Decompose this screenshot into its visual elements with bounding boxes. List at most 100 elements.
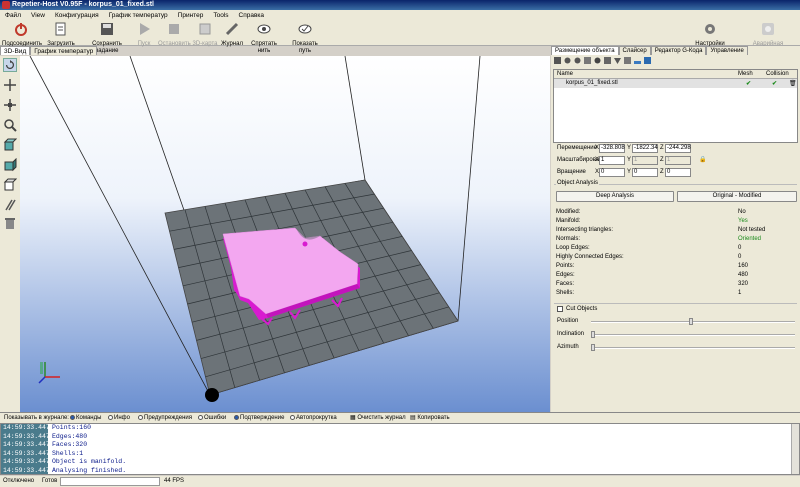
view-top-icon[interactable] — [3, 178, 17, 192]
progress-bar — [60, 477, 160, 486]
heightmap-button[interactable]: 3D-карта — [192, 22, 218, 48]
radio-icon — [290, 414, 295, 420]
menu-config[interactable]: Конфигурация — [50, 10, 104, 21]
state-status: Готов — [42, 478, 58, 484]
move-icon[interactable] — [3, 78, 17, 92]
translate-z-input[interactable]: -244.298 — [665, 144, 691, 153]
azimuth-slider[interactable] — [591, 344, 795, 351]
translate-label: Перемещение — [557, 145, 597, 151]
radio-icon — [138, 414, 143, 420]
scale-z-input[interactable]: 1 — [665, 156, 691, 165]
emergency-stop-icon — [762, 23, 774, 35]
window-title-bar: Repetier-Host V0.95F - korpus_01_fixed.s… — [0, 0, 800, 10]
rotate-x-input[interactable]: 0 — [599, 168, 625, 177]
mesh-ok-icon: ✔ — [746, 81, 752, 87]
load-icon — [55, 22, 66, 36]
view-front-icon[interactable] — [3, 138, 17, 152]
stop-icon — [169, 24, 179, 34]
stop-button[interactable]: Остановить — [158, 22, 191, 48]
tab-object-placement[interactable]: Размещение объекта — [551, 46, 619, 55]
copy-icon[interactable] — [584, 57, 591, 64]
radio-icon — [70, 414, 75, 420]
autoposition-icon[interactable] — [604, 57, 611, 64]
log-scrollbar[interactable] — [791, 424, 799, 474]
menu-temperature[interactable]: График температур — [104, 10, 173, 21]
zoom-icon[interactable] — [3, 118, 17, 132]
add-icon[interactable] — [564, 57, 571, 64]
pencil-icon — [225, 22, 239, 36]
col-name: Name — [557, 71, 574, 77]
deep-analysis-button[interactable]: Deep Analysis — [556, 191, 674, 202]
drop-icon[interactable] — [614, 57, 621, 64]
parallel-lines-icon[interactable] — [3, 198, 17, 212]
tab-slicer[interactable]: Слайсер — [618, 46, 651, 55]
move-object-icon[interactable] — [3, 98, 17, 112]
table-row[interactable]: korpus_01_fixed.stl ✔ ✔ 🗑 — [554, 79, 797, 88]
axis-gizmo — [38, 362, 60, 384]
log-button[interactable]: Журнал — [220, 22, 244, 48]
eye-icon — [257, 24, 271, 34]
land-icon[interactable] — [634, 57, 641, 64]
log-row: 14:59:33.447 Analysing finished. — [1, 466, 127, 474]
tab-gcode-editor[interactable]: Редактор G-Кода — [650, 46, 707, 55]
azimuth-slider-thumb[interactable] — [591, 344, 595, 351]
save-icon[interactable] — [554, 57, 561, 64]
lock-icon[interactable]: 🔒 — [699, 156, 706, 163]
log-filter-bar: Показывать в журнале: Команды Инфо Преду… — [0, 412, 800, 423]
view-toolbar — [0, 56, 20, 412]
tab-3d-view[interactable]: 3D-Вид — [0, 46, 31, 55]
log-row: 14:59:33.447 Faces:320 — [1, 441, 88, 450]
menu-file[interactable]: Файл — [0, 10, 26, 21]
analysis-title: Object Analysis — [556, 180, 600, 186]
rotate-icon[interactable] — [3, 58, 17, 72]
log-row: 14:59:33.447 Shells:1 — [1, 449, 84, 459]
3d-scene[interactable] — [20, 56, 550, 412]
run-button[interactable]: Пуск — [134, 22, 154, 48]
col-collision: Collision — [766, 71, 789, 77]
translate-y-input[interactable]: -1822.34 — [632, 144, 658, 153]
object-toolbar — [551, 55, 800, 67]
toolbar: Подсоединить Загрузить Сохранить задание… — [0, 21, 800, 54]
analyze-icon[interactable] — [644, 57, 651, 64]
position-slider-thumb[interactable] — [689, 318, 693, 325]
translate-x-input[interactable]: -328.808 — [599, 144, 625, 153]
inclination-slider[interactable] — [591, 331, 795, 338]
delete-object-icon[interactable]: 🗑 — [789, 80, 797, 87]
trash-icon[interactable] — [3, 216, 17, 230]
radio-icon — [234, 414, 239, 420]
object-list-header: Name Mesh Collision — [554, 70, 797, 79]
center-icon[interactable] — [594, 57, 601, 64]
log-panel[interactable]: 14:59:33.447 Points:160 14:59:33.447 Edges… — [0, 423, 800, 475]
view-tabs: 3D-Вид График температур — [0, 46, 550, 55]
cut-icon[interactable] — [624, 57, 631, 64]
log-row: 14:59:33.447 Object is manifold. — [1, 458, 127, 467]
menu-tools[interactable]: Tools — [208, 10, 233, 21]
app-icon — [2, 1, 10, 9]
status-bar: Отключено Готов 44 FPS — [0, 476, 800, 487]
menu-help[interactable]: Справка — [234, 10, 270, 21]
map-icon — [199, 23, 211, 35]
eye-check-icon — [298, 24, 312, 34]
rotate-z-input[interactable]: 0 — [665, 168, 691, 177]
connect-button[interactable]: Подсоединить — [2, 22, 42, 48]
radio-icon — [108, 414, 113, 420]
object-name: korpus_01_fixed.stl — [566, 80, 618, 86]
position-slider[interactable] — [591, 318, 795, 325]
menu-printer[interactable]: Принтер — [173, 10, 209, 21]
scale-y-input[interactable]: 1 — [632, 156, 658, 165]
menu-bar: Файл View Конфигурация График температур… — [0, 10, 800, 21]
position-label: Position — [557, 318, 579, 324]
collision-ok-icon: ✔ — [772, 81, 778, 87]
view-iso-icon[interactable] — [3, 158, 17, 172]
menu-view[interactable]: View — [26, 10, 50, 21]
rotate-y-input[interactable]: 0 — [632, 168, 658, 177]
3d-viewport[interactable] — [20, 56, 550, 412]
tab-control[interactable]: Управление — [706, 46, 748, 55]
tab-temperature-graph[interactable]: График температур — [30, 46, 98, 55]
inclination-slider-thumb[interactable] — [591, 331, 595, 338]
cut-objects-checkbox[interactable] — [557, 306, 563, 312]
remove-icon[interactable] — [574, 57, 581, 64]
load-button[interactable]: Загрузить — [44, 22, 78, 48]
scale-x-input[interactable]: 1 — [599, 156, 625, 165]
original-modified-button[interactable]: Original - Modified — [677, 191, 797, 202]
